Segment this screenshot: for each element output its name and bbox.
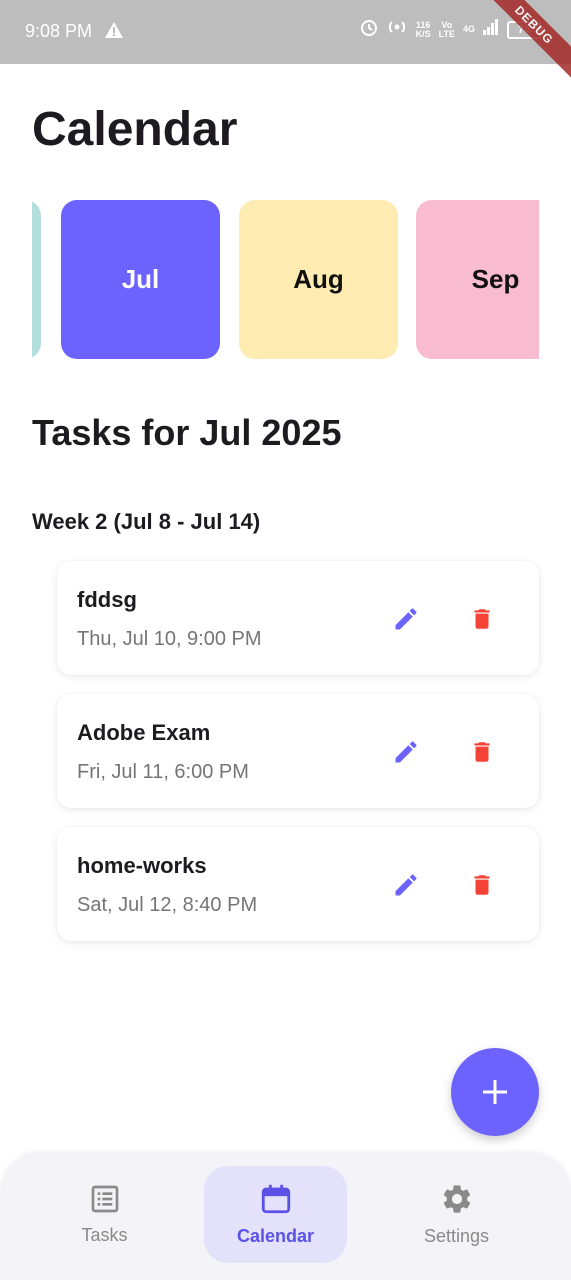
status-icons: 116K/S VoLTE 4G 74 xyxy=(360,18,544,41)
nav-label-tasks: Tasks xyxy=(81,1225,128,1245)
status-time: 9:08 PM xyxy=(25,21,93,41)
volte-bottom: LTE xyxy=(438,28,455,39)
nav-label-settings: Settings xyxy=(423,1226,490,1246)
pencil-icon xyxy=(395,874,417,896)
delete-task-button[interactable] xyxy=(462,865,502,905)
trash-icon xyxy=(474,875,490,895)
month-card-jul[interactable]: Jul xyxy=(61,200,220,359)
delete-task-button[interactable] xyxy=(462,732,502,772)
task-card[interactable]: Adobe Exam Fri, Jul 11, 6:00 PM xyxy=(57,694,539,808)
status-bar: 9:08 PM 116K/S VoLTE 4G 74 xyxy=(0,0,571,64)
hotspot-icon xyxy=(386,18,408,41)
net-speed: 116 K/S xyxy=(415,20,431,39)
nav-item-settings[interactable]: Settings xyxy=(385,1166,528,1263)
task-card[interactable]: fddsg Thu, Jul 10, 9:00 PM xyxy=(57,561,539,675)
week-heading: Week 2 (Jul 8 - Jul 14) xyxy=(32,509,261,534)
task-title: home-works xyxy=(77,853,207,878)
task-title: Adobe Exam xyxy=(77,720,211,745)
task-card[interactable]: home-works Sat, Jul 12, 8:40 PM xyxy=(57,827,539,941)
edit-task-button[interactable] xyxy=(386,732,426,772)
add-task-button[interactable] xyxy=(451,1048,539,1136)
tasks-heading: Tasks for Jul 2025 xyxy=(32,412,342,453)
list-icon xyxy=(91,1185,118,1213)
net-speed-unit: K/S xyxy=(415,28,431,39)
month-card-aug[interactable]: Aug xyxy=(239,200,398,359)
page-title: Calendar xyxy=(32,103,238,156)
alarm-icon xyxy=(360,18,378,41)
task-datetime: Fri, Jul 11, 6:00 PM xyxy=(77,761,249,783)
task-datetime: Thu, Jul 10, 9:00 PM xyxy=(77,628,262,650)
edit-task-button[interactable] xyxy=(386,865,426,905)
warning-icon xyxy=(105,22,123,43)
calendar-icon xyxy=(261,1184,290,1214)
network-type: 4G xyxy=(462,24,475,34)
month-selector[interactable]: Jul Aug Sep xyxy=(32,200,539,359)
task-datetime: Sat, Jul 12, 8:40 PM xyxy=(77,894,258,916)
pencil-icon xyxy=(395,608,417,630)
month-card-sep[interactable]: Sep xyxy=(416,200,539,359)
pencil-icon xyxy=(395,741,417,763)
plus-icon xyxy=(483,1080,507,1104)
month-card-previous[interactable] xyxy=(32,200,41,359)
delete-task-button[interactable] xyxy=(462,599,502,639)
edit-task-button[interactable] xyxy=(386,599,426,639)
bottom-navigation: Tasks Calendar Settings xyxy=(0,1152,571,1280)
gear-icon xyxy=(443,1185,470,1213)
nav-label-calendar: Calendar xyxy=(236,1226,315,1246)
nav-item-tasks[interactable]: Tasks xyxy=(33,1166,176,1263)
task-title: fddsg xyxy=(77,587,137,612)
trash-icon xyxy=(474,609,490,629)
signal-icon xyxy=(483,19,499,40)
trash-icon xyxy=(474,742,490,762)
volte-indicator: Vo LTE xyxy=(438,20,455,39)
nav-item-calendar[interactable]: Calendar xyxy=(204,1166,347,1263)
